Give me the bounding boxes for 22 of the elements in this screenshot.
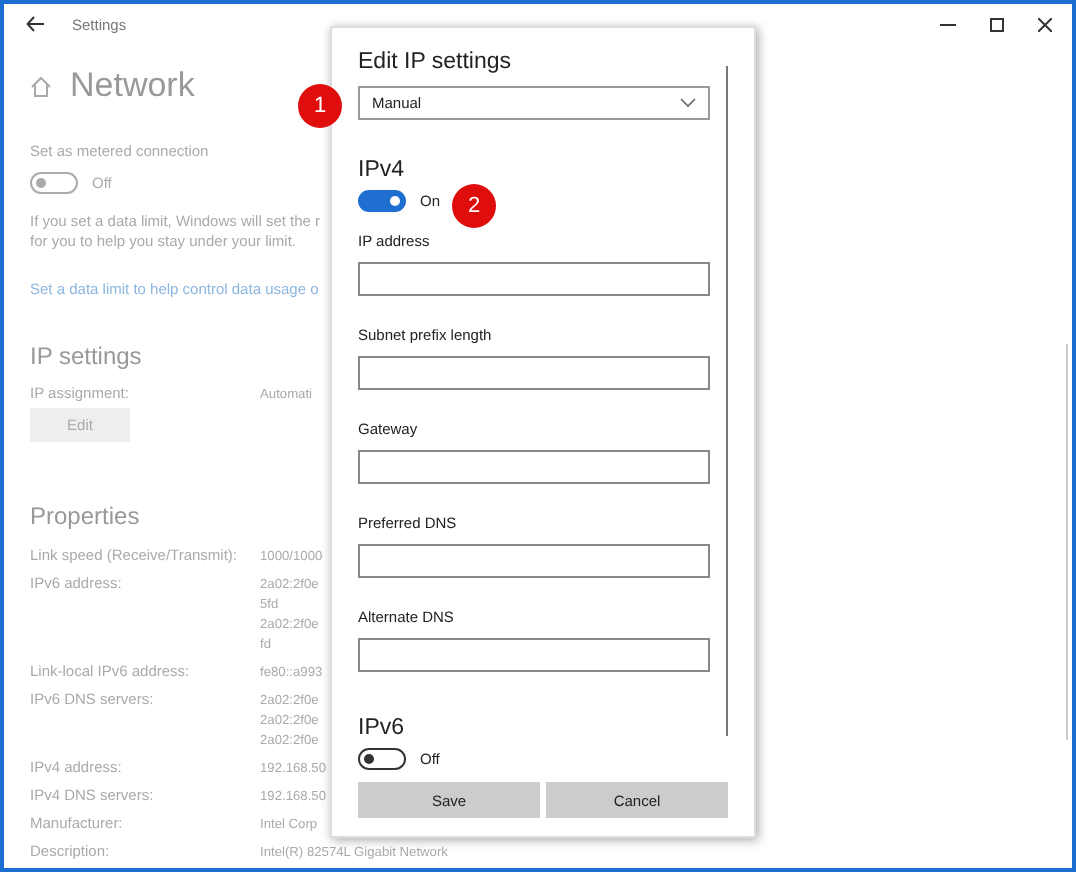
scrollbar[interactable] — [726, 66, 728, 736]
close-icon[interactable] — [1038, 17, 1052, 31]
input-field[interactable] — [358, 638, 710, 672]
section-heading: Properties — [30, 502, 140, 530]
input-field[interactable] — [358, 262, 710, 296]
input-field[interactable] — [358, 450, 710, 484]
scrollbar[interactable] — [1066, 344, 1068, 740]
ipv4-toggle[interactable] — [358, 190, 406, 212]
section-heading: IPv4 — [358, 158, 407, 182]
chevron-down-icon — [680, 98, 696, 108]
section-heading: IPv6 — [358, 716, 407, 740]
dialog-title: Edit IP settings — [358, 50, 513, 74]
page-title: Network — [70, 66, 195, 106]
ipv6-toggle[interactable] — [358, 748, 406, 770]
input-field[interactable] — [358, 356, 710, 390]
step-badge: 1 — [298, 84, 342, 128]
section-heading: IP settings — [30, 342, 142, 370]
metered-toggle[interactable] — [30, 172, 78, 194]
home-icon — [30, 75, 52, 97]
input-field[interactable] — [358, 544, 710, 578]
maximize-icon[interactable] — [990, 17, 1004, 31]
back-arrow-icon[interactable] — [26, 16, 44, 32]
